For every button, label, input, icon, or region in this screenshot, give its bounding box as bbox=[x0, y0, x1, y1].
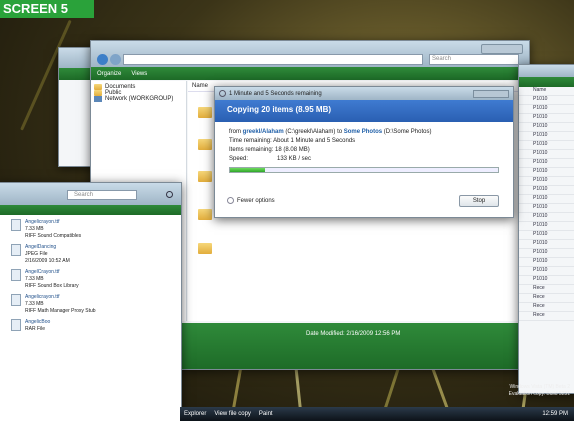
dialog-heading: Copying 20 items (8.95 MB) bbox=[227, 105, 332, 114]
file-name: Angelicrayon.ttf bbox=[25, 294, 60, 300]
search-icon[interactable] bbox=[166, 191, 173, 198]
list-item[interactable]: Name bbox=[519, 87, 574, 96]
list-item[interactable]: AngelDancing JPEG File 2/16/2009 10:52 AM bbox=[11, 244, 177, 265]
file-icon bbox=[11, 244, 21, 256]
time-remaining: Time remaining: About 1 Minute and 5 Sec… bbox=[229, 138, 356, 144]
file-icon bbox=[11, 219, 21, 231]
list-item[interactable]: Rece bbox=[519, 303, 574, 312]
list-item[interactable]: P1010 bbox=[519, 132, 574, 141]
taskbar-paint[interactable]: Paint bbox=[259, 411, 273, 417]
back-icon[interactable] bbox=[97, 54, 108, 65]
list-item[interactable]: AngelCrayon.ttf 7.33 MB RIFF Sound Box Lib… bbox=[11, 269, 177, 290]
list-item[interactable]: Rece bbox=[519, 285, 574, 294]
list-item[interactable]: P1010 bbox=[519, 222, 574, 231]
file-sub: RIFF Sound Box Library bbox=[25, 283, 79, 289]
organize-button[interactable]: Organize bbox=[97, 71, 121, 77]
list-item[interactable]: P1010 bbox=[519, 186, 574, 195]
list-item[interactable]: P1010 bbox=[519, 168, 574, 177]
fewer-options-toggle[interactable]: Fewer options bbox=[227, 197, 275, 204]
file-icon bbox=[11, 269, 21, 281]
taskbar-view-file-copy[interactable]: View file copy bbox=[214, 411, 251, 417]
file-name: AngelCrayon.ttf bbox=[25, 269, 60, 275]
dialog-title: 1 Minute and 5 Seconds remaining bbox=[229, 90, 322, 97]
file-meta: 7.33 MB bbox=[25, 276, 44, 282]
copy-icon bbox=[219, 90, 226, 97]
list-item[interactable]: P1010 bbox=[519, 231, 574, 240]
copy-progress-bar bbox=[229, 167, 499, 173]
copy-from-to: from greekl/Alaham (C:\greekl\Alaham) to… bbox=[229, 129, 432, 135]
right-file-list: Name P1010 P1010 P1010 P1010 P1010 P1010 P1010 P… bbox=[519, 87, 574, 321]
window-controls[interactable] bbox=[481, 44, 523, 54]
right-explorer-window[interactable]: Name P1010 P1010 P1010 P1010 P1010 P1010 P1010 P… bbox=[518, 64, 574, 394]
copy-progress-dialog[interactable]: 1 Minute and 5 Seconds remaining Copying… bbox=[214, 86, 514, 218]
vista-watermark: Windows Vista (TM) Beta 2 Evaluation cop… bbox=[508, 384, 570, 397]
search-input[interactable]: Search bbox=[67, 190, 137, 200]
taskbar: Explorer View file copy Paint 12:59 PM bbox=[180, 407, 574, 421]
dialog-window-controls[interactable] bbox=[473, 89, 509, 98]
clock: 12:59 PM bbox=[542, 411, 568, 417]
list-item[interactable]: P1010 bbox=[519, 105, 574, 114]
command-bar bbox=[0, 205, 181, 215]
list-item[interactable]: P1010 bbox=[519, 141, 574, 150]
list-item[interactable]: Angelicrayon.ttf 7.33 MB RIFF Math Manager… bbox=[11, 294, 177, 315]
file-meta: 7.33 MB bbox=[25, 301, 44, 307]
list-item[interactable]: P1010 bbox=[519, 213, 574, 222]
file-meta: 7.33 MB bbox=[25, 226, 44, 232]
copy-source-link[interactable]: greekl/Alaham bbox=[243, 129, 284, 135]
list-item[interactable]: P1010 bbox=[519, 249, 574, 258]
list-item[interactable]: Rece bbox=[519, 312, 574, 321]
file-meta: RAR File bbox=[25, 326, 46, 332]
taskbar-explorer[interactable]: Explorer bbox=[184, 411, 206, 417]
file-name: Angelicrayon.ttf bbox=[25, 219, 60, 225]
chevron-up-icon bbox=[227, 197, 234, 204]
screen-badge: SCREEN 5 bbox=[0, 0, 94, 18]
copy-speed: Speed: 133 KB / sec bbox=[229, 156, 312, 162]
nav-item-network[interactable]: Network (WORKGROUP) bbox=[94, 96, 183, 102]
items-remaining: Items remaining: 18 (8.08 MB) bbox=[229, 147, 310, 153]
search-input-text: Search bbox=[432, 56, 452, 62]
file-name: AngelicBoo bbox=[25, 319, 51, 325]
file-meta: JPEG File bbox=[25, 251, 48, 257]
copy-destination-link[interactable]: Some Photos bbox=[344, 129, 382, 135]
list-item[interactable]: P1010 bbox=[519, 267, 574, 276]
folder-icon[interactable] bbox=[198, 209, 212, 220]
file-sub: 2/16/2009 10:52 AM bbox=[25, 258, 70, 264]
address-bar[interactable] bbox=[123, 54, 423, 65]
folder-icon[interactable] bbox=[198, 107, 212, 118]
list-item[interactable]: P1010 bbox=[519, 159, 574, 168]
network-icon bbox=[94, 96, 102, 102]
list-item[interactable]: P1010 bbox=[519, 177, 574, 186]
dialog-heading-band: Copying 20 items (8.95 MB) bbox=[215, 100, 513, 122]
list-item[interactable]: P1010 bbox=[519, 204, 574, 213]
file-sub: RIFF Math Manager Proxy Stub bbox=[25, 308, 96, 314]
dialog-titlebar: 1 Minute and 5 Seconds remaining bbox=[215, 87, 513, 100]
folder-icon[interactable] bbox=[198, 243, 212, 254]
forward-icon[interactable] bbox=[110, 54, 121, 65]
list-item[interactable]: AngelicBoo RAR File bbox=[11, 319, 177, 333]
list-item[interactable]: P1010 bbox=[519, 114, 574, 123]
file-icon bbox=[11, 319, 21, 331]
list-item[interactable]: P1010 bbox=[519, 240, 574, 249]
file-name: AngelDancing bbox=[25, 244, 57, 250]
list-item[interactable]: Angelicrayon.ttf 7.33 MB RIFF Sound Compat… bbox=[11, 219, 177, 240]
list-item[interactable]: P1010 bbox=[519, 258, 574, 267]
command-bar: Organize Views bbox=[91, 67, 529, 80]
list-item[interactable]: P1010 bbox=[519, 276, 574, 285]
list-item[interactable]: P1010 bbox=[519, 150, 574, 159]
folder-icon[interactable] bbox=[198, 139, 212, 150]
copy-progress-fill bbox=[230, 168, 265, 172]
left-file-list: Angelicrayon.ttf 7.33 MB RIFF Sound Compat… bbox=[0, 215, 181, 333]
list-item[interactable]: Rece bbox=[519, 294, 574, 303]
search-input[interactable]: Search bbox=[429, 54, 519, 65]
views-button[interactable]: Views bbox=[131, 71, 147, 77]
file-sub: RIFF Sound Compatibles bbox=[25, 233, 82, 239]
list-item[interactable]: P1010 bbox=[519, 96, 574, 105]
stop-button[interactable]: Stop bbox=[459, 195, 499, 207]
folder-icon[interactable] bbox=[198, 171, 212, 182]
left-explorer-window[interactable]: Search Angelicrayon.ttf 7.33 MB RIFF Sound… bbox=[0, 182, 182, 421]
details-date-modified: Date Modified: 2/16/2009 12:56 PM bbox=[306, 331, 401, 337]
list-item[interactable]: P1010 bbox=[519, 123, 574, 132]
list-item[interactable]: P1010 bbox=[519, 195, 574, 204]
file-icon bbox=[11, 294, 21, 306]
